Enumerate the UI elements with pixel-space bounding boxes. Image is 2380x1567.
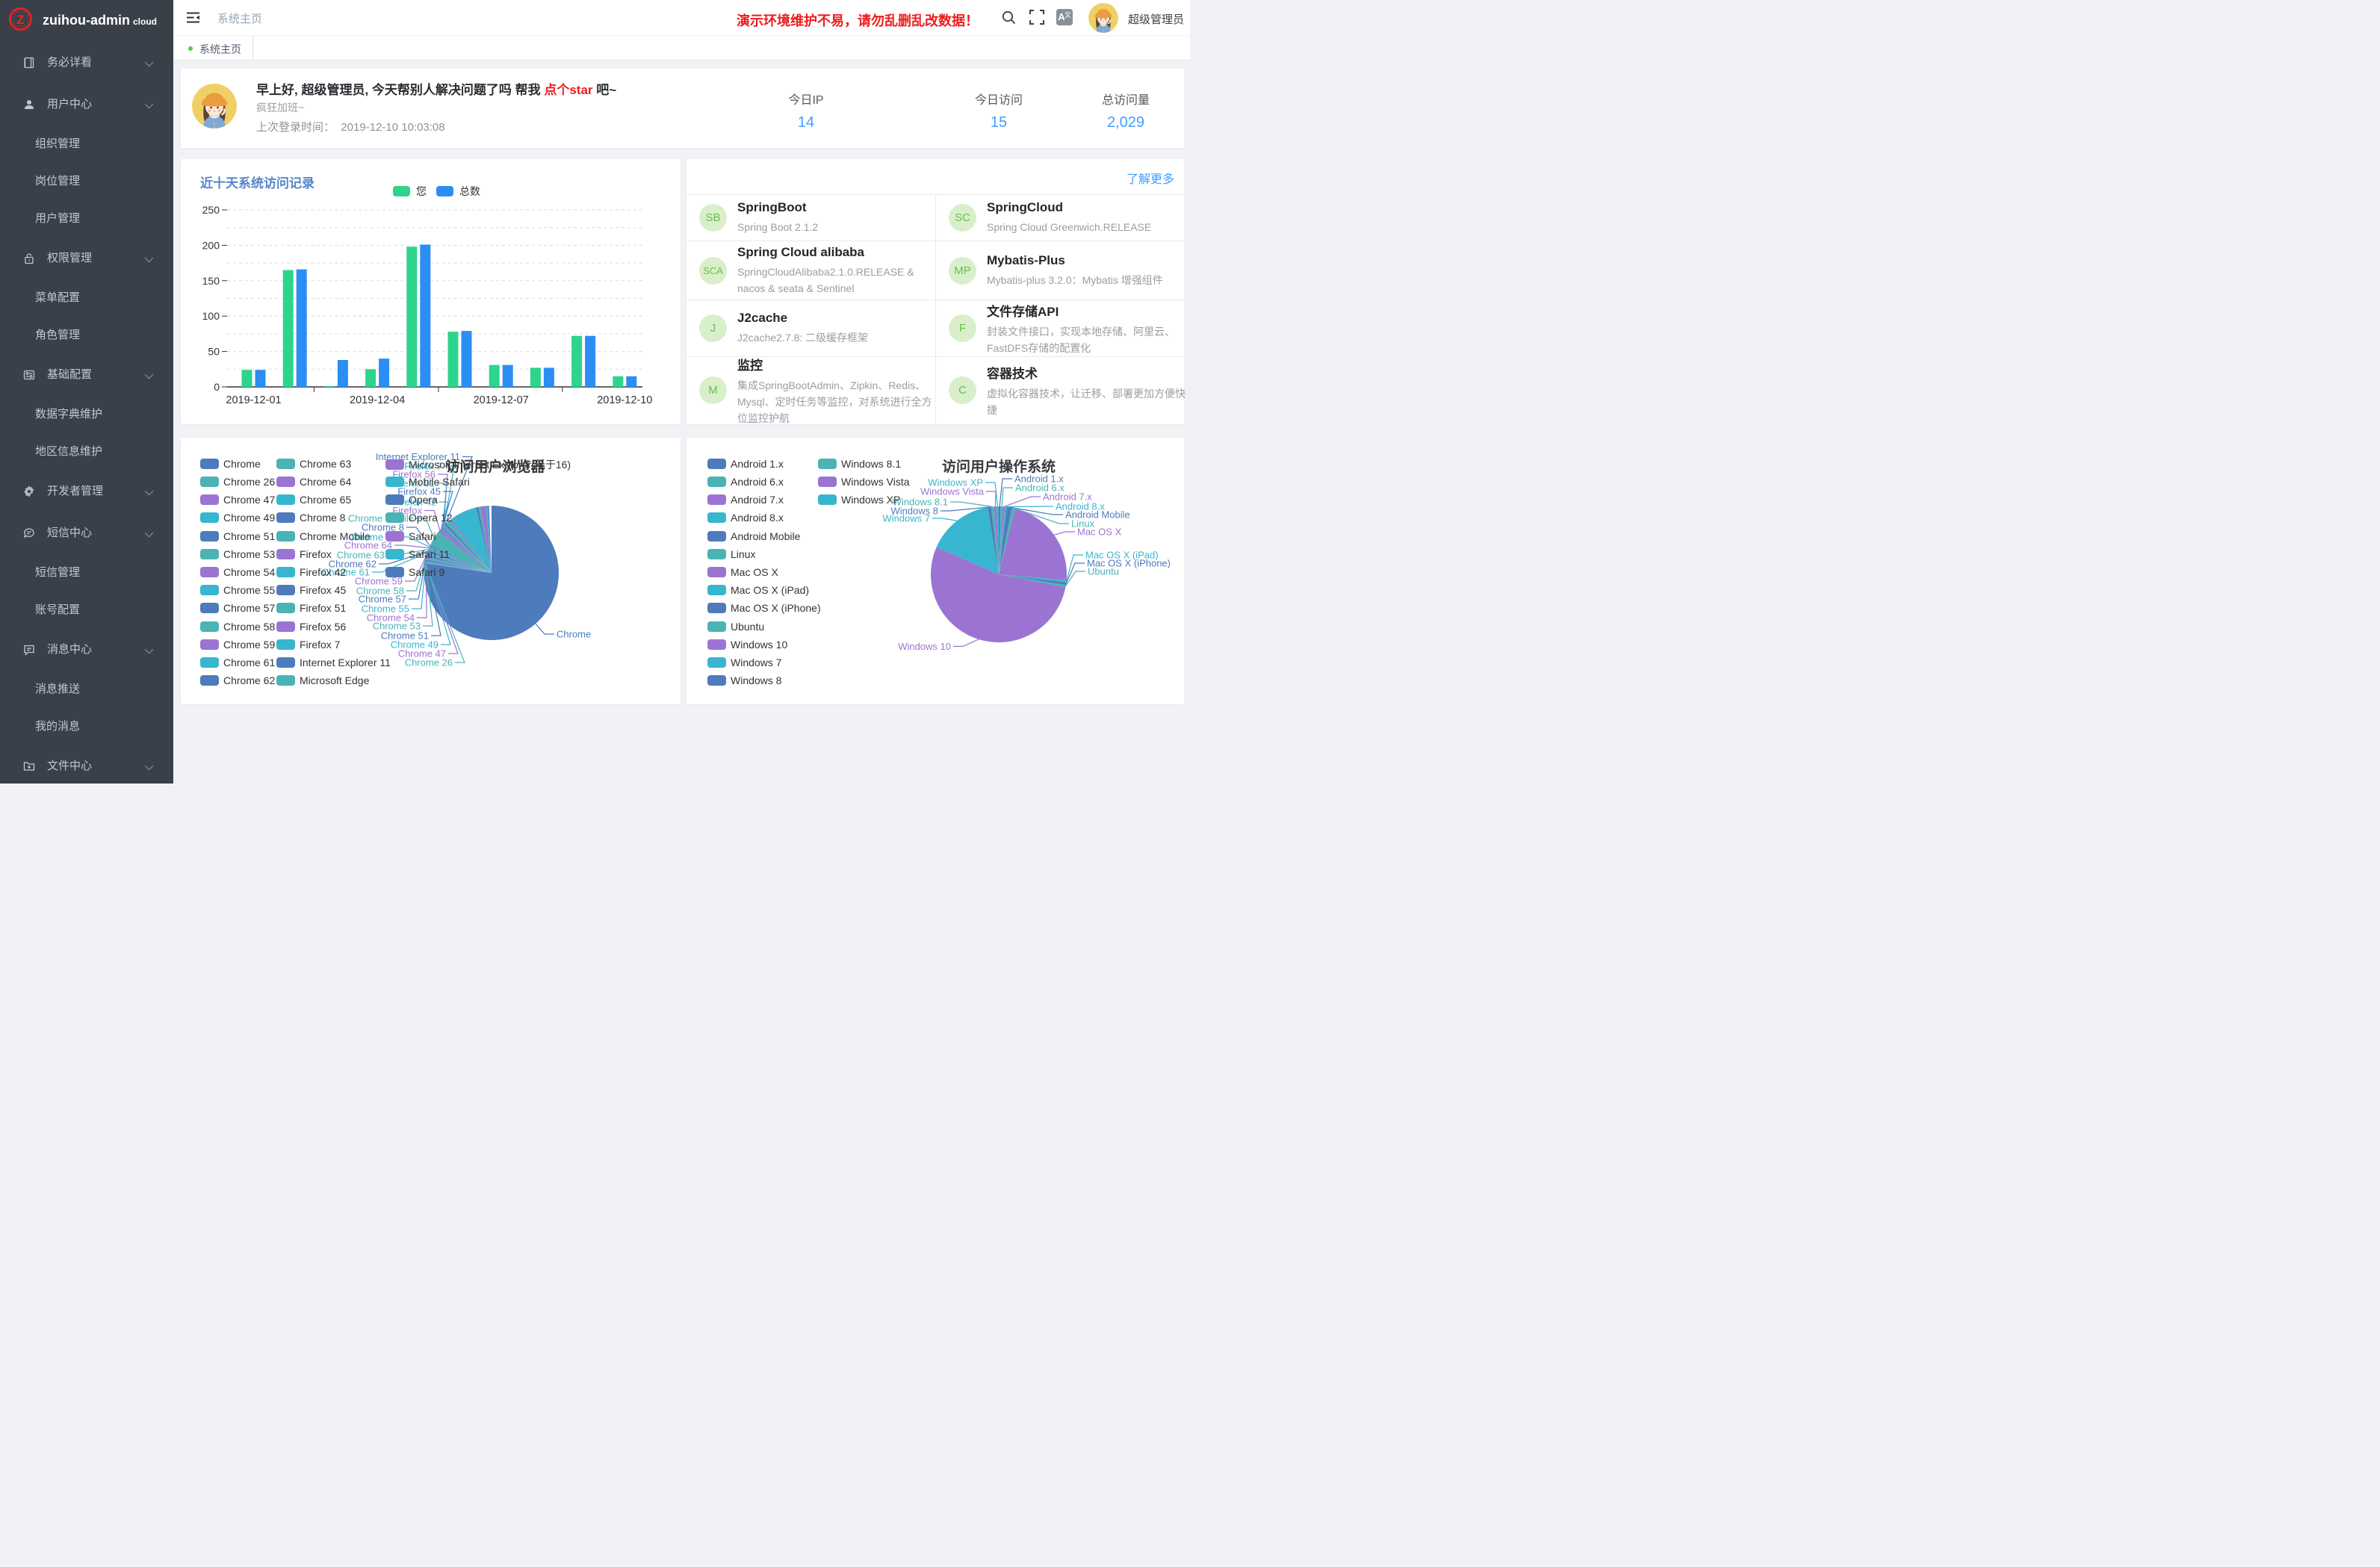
svg-text:您: 您 xyxy=(416,185,427,197)
svg-text:文: 文 xyxy=(1065,10,1071,19)
svg-text:250: 250 xyxy=(202,204,220,216)
svg-text:2019-12-01: 2019-12-01 xyxy=(226,394,281,406)
svg-text:100: 100 xyxy=(202,310,220,322)
svg-text:200: 200 xyxy=(202,239,220,251)
svg-text:50: 50 xyxy=(208,346,220,358)
svg-text:0: 0 xyxy=(214,381,220,393)
svg-text:2019-12-07: 2019-12-07 xyxy=(474,394,529,406)
svg-text:150: 150 xyxy=(202,275,220,287)
svg-text:2019-12-10: 2019-12-10 xyxy=(597,394,652,406)
svg-text:2019-12-04: 2019-12-04 xyxy=(350,394,405,406)
svg-text:总数: 总数 xyxy=(459,185,480,197)
